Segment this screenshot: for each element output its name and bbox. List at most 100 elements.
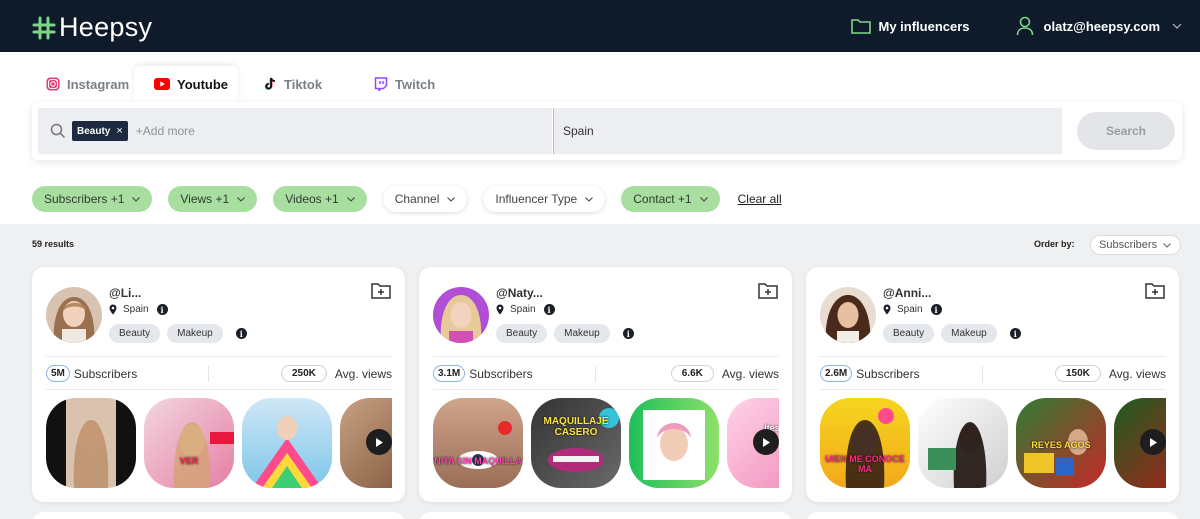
info-icon[interactable]: i [156,304,168,315]
filter-views[interactable]: Views +1 [168,186,258,212]
instagram-icon [46,77,60,91]
order-by-label: Order by: [1034,239,1075,249]
user-menu[interactable]: olatz@heepsy.com [1016,16,1182,36]
video-thumbnails: VER [46,398,392,490]
influencer-card[interactable]: @Naty... Spain i Beauty Makeup i 3.1M Su… [419,267,792,502]
location-pin-icon [496,304,504,315]
add-more-placeholder[interactable]: +Add more [136,124,195,138]
hash-logo-icon [32,16,56,39]
video-thumbnail[interactable]: VER [144,398,234,488]
add-to-folder-icon[interactable] [371,282,391,299]
heepsy-logo[interactable]: Heepsy [32,12,152,43]
info-icon[interactable]: i [235,328,247,339]
avg-views-label: Avg. views [1108,366,1166,381]
category-tags: Beauty Makeup i [883,324,1021,343]
location-label: Spain [897,304,923,315]
video-thumbnails: NITA SIN MAQUILLA MAQUILLAJE CASERO ites [433,398,779,490]
play-next-button[interactable] [753,429,779,455]
info-icon[interactable]: i [1009,328,1021,339]
chip-remove-icon[interactable]: × [116,125,122,137]
avg-views-value: 150K [1054,365,1101,382]
location-pin-icon [883,304,891,315]
filter-views-label: Views +1 [180,192,230,206]
subscribers-value: 3.1M [433,365,466,382]
influencer-card[interactable] [32,512,405,519]
video-thumbnail[interactable] [629,398,719,488]
filter-influencer-type[interactable]: Influencer Type [483,186,606,212]
video-thumbnail[interactable]: NITA SIN MAQUILLA [433,398,523,488]
tab-instagram[interactable]: Instagram [32,66,134,102]
tag-makeup: Makeup [941,324,997,343]
tab-youtube[interactable]: Youtube [134,66,238,102]
add-to-folder-icon[interactable] [1145,282,1165,299]
chevron-down-icon [346,196,355,202]
play-next-button[interactable] [1140,429,1166,455]
tag-makeup: Makeup [167,324,223,343]
results-count: 59 results [32,239,75,249]
location-pin-icon [109,304,117,315]
influencer-card[interactable] [806,512,1179,519]
search-button[interactable]: Search [1077,112,1175,150]
chevron-down-icon [237,196,246,202]
influencer-card[interactable]: @Anni... Spain i Beauty Makeup i 2.6M Su… [806,267,1179,502]
video-thumbnail[interactable]: UIEN ME CONOCE MA [820,398,910,488]
avatar[interactable] [433,287,489,343]
tab-youtube-label: Youtube [177,76,229,92]
avatar[interactable] [820,287,876,343]
filter-influencer-type-label: Influencer Type [495,192,578,206]
video-thumbnail[interactable]: MAQUILLAJE CASERO [531,398,621,488]
divider [433,389,779,390]
youtube-icon [154,78,170,90]
divider [46,356,392,357]
filter-channel-label: Channel [394,192,440,206]
filter-contact-label: Contact +1 [633,192,692,206]
video-thumbnail[interactable] [242,398,332,488]
search-panel: Instagram Youtube Tiktok Twitch Beauty ×… [0,52,1200,224]
location-input[interactable]: Spain [553,108,1062,154]
tiktok-icon [264,77,277,91]
chevron-down-icon [447,196,456,202]
video-thumbnail[interactable]: REYES AGOS [1016,398,1106,488]
video-thumbnail[interactable] [918,398,1008,488]
chevron-down-icon [1172,23,1182,29]
influencer-handle[interactable]: @Anni... [883,286,931,300]
play-icon [1150,437,1157,447]
clear-all-link[interactable]: Clear all [738,192,782,206]
my-influencers-link[interactable]: My influencers [850,18,970,34]
subscribers-label: Subscribers [73,366,138,381]
keyword-chip[interactable]: Beauty × [72,121,128,141]
filter-subscribers-label: Subscribers +1 [44,192,125,206]
stats-row: 3.1M Subscribers 6.6K Avg. views [433,365,779,383]
filter-contact[interactable]: Contact +1 [621,186,720,212]
keyword-input[interactable]: Beauty × +Add more [38,108,552,154]
influencer-card[interactable]: @Li... Spain i Beauty Makeup i 5M Subscr… [32,267,405,502]
tab-tiktok[interactable]: Tiktok [238,66,354,102]
filter-subscribers[interactable]: Subscribers +1 [32,186,153,212]
tag-makeup: Makeup [554,324,610,343]
stats-row: 2.6M Subscribers 150K Avg. views [820,365,1166,383]
avg-views-stat: 6.6K Avg. views [670,365,779,382]
info-icon[interactable]: i [622,328,634,339]
influencer-card[interactable] [419,512,792,519]
tab-twitch[interactable]: Twitch [354,66,454,102]
subscribers-stat: 3.1M Subscribers [433,365,533,382]
influencer-location: Spain i [496,304,555,315]
add-to-folder-icon[interactable] [758,282,778,299]
category-tags: Beauty Makeup i [496,324,634,343]
filter-videos[interactable]: Videos +1 [273,186,367,212]
influencer-location: Spain i [109,304,168,315]
order-by-select[interactable]: Subscribers [1090,235,1181,255]
influencer-handle[interactable]: @Naty... [496,286,543,300]
play-next-button[interactable] [366,429,392,455]
info-icon[interactable]: i [543,304,555,315]
filter-channel[interactable]: Channel [382,186,468,212]
video-thumbnail[interactable] [46,398,136,488]
influencer-handle[interactable]: @Li... [109,286,141,300]
location-value: Spain [563,124,594,138]
play-icon [376,437,383,447]
avatar[interactable] [46,287,102,343]
divider [820,356,1166,357]
subscribers-label: Subscribers [469,366,533,381]
info-icon[interactable]: i [930,304,942,315]
user-email: olatz@heepsy.com [1043,18,1160,34]
